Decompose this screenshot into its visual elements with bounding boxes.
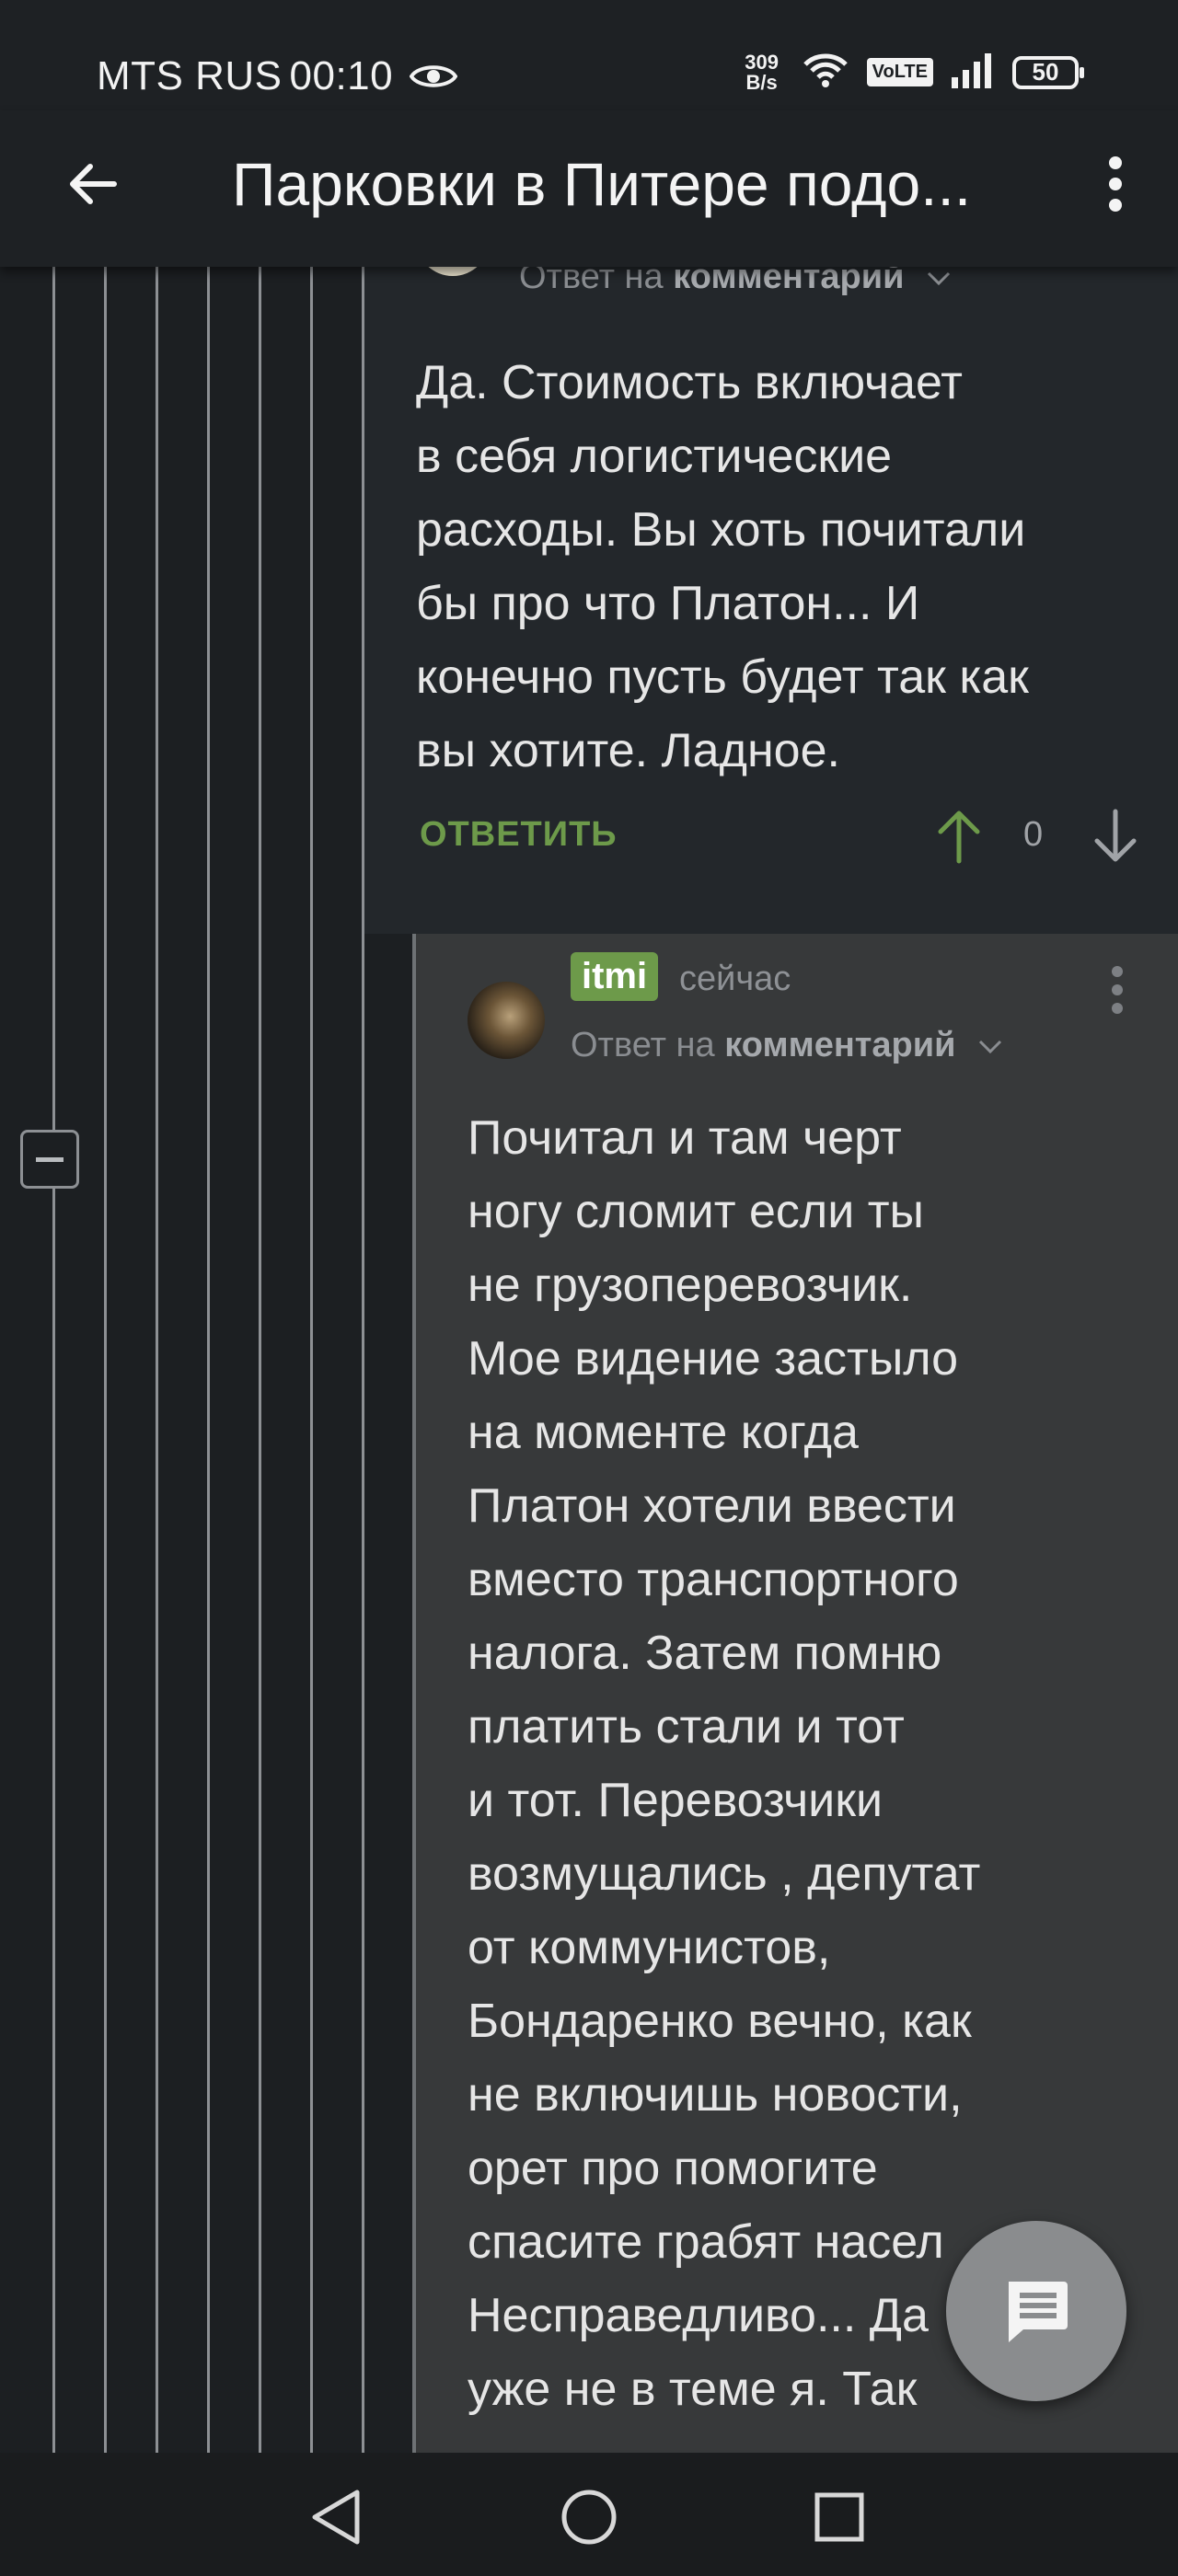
more-vertical-icon [1112,966,1123,1014]
upvote-button[interactable] [935,808,983,869]
username-badge[interactable]: itmi [571,952,659,1001]
arrow-down-icon [1094,809,1137,862]
minus-icon [36,1156,64,1162]
arrow-up-icon [938,811,980,864]
comment: Ответ на комментарий Да. Стоимость включ… [364,267,1178,934]
reply-to-link[interactable]: Ответ на комментарий [519,267,951,297]
eye-icon [410,61,458,92]
reply-to-link[interactable]: Ответ на комментарий [571,1026,1002,1065]
wifi-icon [803,52,849,93]
thread-line [156,267,158,2453]
more-menu-button[interactable] [1079,147,1152,221]
reply-button[interactable]: ОТВЕТИТЬ [420,815,618,855]
downvote-button[interactable] [1091,808,1139,869]
avatar[interactable] [468,982,545,1059]
app-bar: Парковки в Питере подо... [0,110,1178,267]
chevron-down-icon [927,271,951,286]
signal-icon [952,52,994,93]
battery-icon: 50 [1012,55,1084,89]
thread-line [310,267,313,2453]
page-title: Парковки в Питере подо... [232,150,972,218]
back-button[interactable] [55,147,129,221]
comments-thread: Ответ на комментарий Да. Стоимость включ… [0,267,1178,2453]
circle-home-icon [561,2490,617,2545]
thread-line [104,267,107,2453]
status-right: 309 B/s VoLTE 50 [740,50,1084,94]
comment-icon [1009,2282,1068,2342]
thread-line [207,267,210,2453]
nav-recents-button[interactable] [803,2480,876,2554]
system-nav-bar [0,2453,1178,2576]
more-vertical-icon [1109,156,1122,212]
arrow-left-icon [70,164,117,204]
comment-menu-button[interactable] [1110,965,1125,1019]
vote-count: 0 [1023,815,1044,854]
nav-back-button[interactable] [300,2480,374,2554]
status-left: MTS RUS 00:10 [97,53,458,99]
thread-line [52,267,55,2453]
chevron-down-icon [978,1040,1002,1054]
volte-badge: VoLTE [866,58,933,86]
square-recents-icon [814,2492,864,2542]
comment-text: Да. Стоимость включает в себя логистичес… [416,356,1029,777]
avatar[interactable] [416,267,490,276]
network-speed: 309 B/s [745,50,779,94]
add-comment-button[interactable] [946,2221,1126,2401]
triangle-back-icon [312,2490,360,2545]
comment-time: сейчас [679,960,791,998]
clock: 00:10 [289,53,394,98]
comment-indent-border [412,934,416,2453]
carrier-label: MTS RUS [97,53,283,98]
nav-home-button[interactable] [552,2480,626,2554]
collapse-thread-button[interactable] [20,1130,79,1189]
thread-line [259,267,261,2453]
